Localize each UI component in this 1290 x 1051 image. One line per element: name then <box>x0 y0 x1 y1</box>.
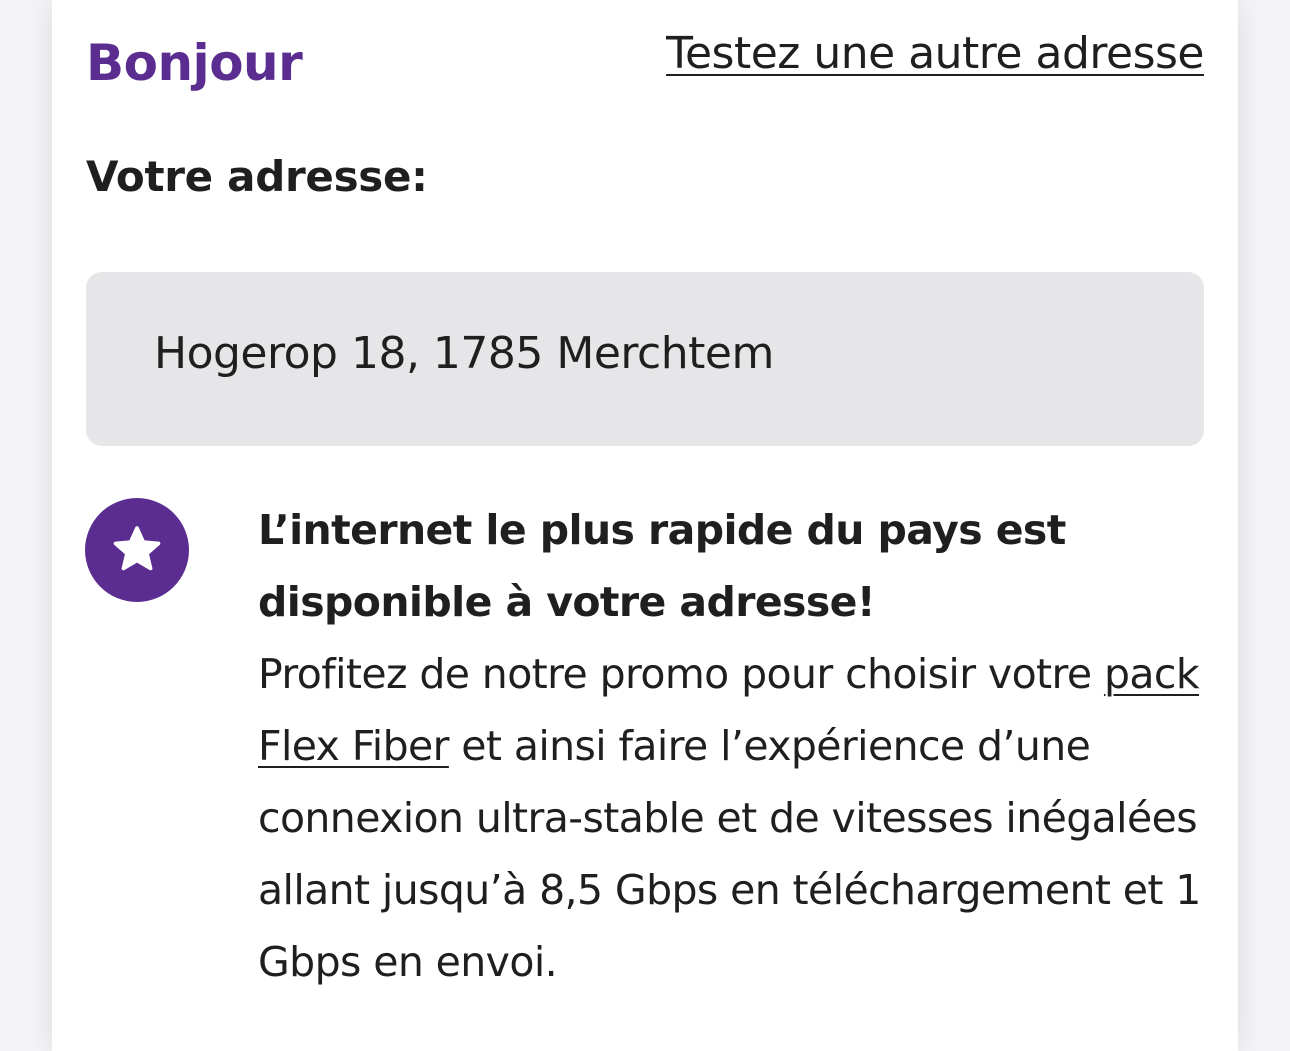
address-value: Hogerop 18, 1785 Merchtem <box>154 328 774 379</box>
test-other-address-link[interactable]: Testez une autre adresse <box>666 28 1204 79</box>
address-box: Hogerop 18, 1785 Merchtem <box>86 272 1204 446</box>
star-badge <box>85 498 189 602</box>
address-result-card: Bonjour Testez une autre adresse Votre a… <box>52 0 1238 1051</box>
availability-headline: L’internet le plus rapide du pays est di… <box>258 506 1066 626</box>
address-label: Votre adresse: <box>86 152 428 201</box>
greeting-title: Bonjour <box>86 34 303 92</box>
star-icon <box>113 526 161 571</box>
availability-message: L’internet le plus rapide du pays est di… <box>258 494 1208 998</box>
availability-body-start: Profitez de notre promo pour choisir vot… <box>258 650 1104 698</box>
